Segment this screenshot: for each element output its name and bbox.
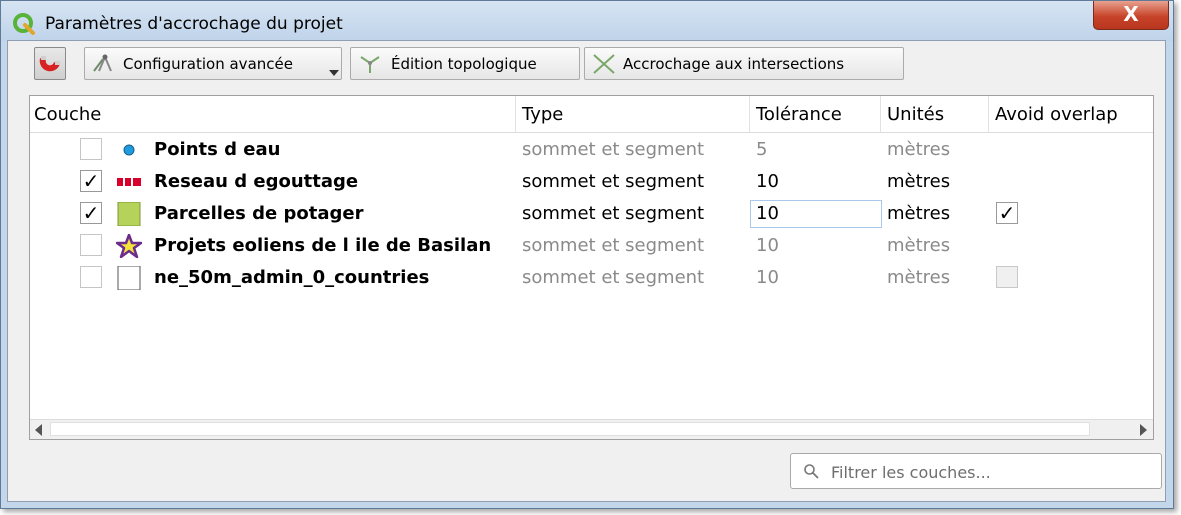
layers-table: Couche Type Tolérance Unités Avoid overl… [29, 95, 1154, 440]
topological-editing-label: Édition topologique [391, 54, 537, 73]
table-row[interactable]: Projets eoliens de l ile de Basilan somm… [30, 230, 1153, 262]
scroll-left-arrow-icon[interactable] [35, 424, 42, 436]
horizontal-scrollbar[interactable] [30, 419, 1153, 439]
units-cell[interactable]: mètres [887, 166, 950, 198]
column-header-tolerance[interactable]: Tolérance [750, 96, 881, 132]
units-cell[interactable]: mètres [887, 134, 950, 166]
tolerance-cell[interactable]: 5 [756, 134, 767, 166]
units-cell[interactable]: mètres [887, 262, 950, 294]
layer-checkbox[interactable] [80, 138, 102, 160]
layer-filter-box[interactable] [790, 453, 1162, 490]
layer-name: Projets eoliens de l ile de Basilan [154, 235, 492, 256]
table-header: Couche Type Tolérance Unités Avoid overl… [30, 96, 1153, 133]
window-title: Paramètres d'accrochage du projet [45, 14, 343, 34]
scrollbar-thumb[interactable] [50, 422, 1090, 436]
title-bar[interactable]: Paramètres d'accrochage du projet X [1, 1, 1173, 41]
chevron-down-icon [329, 70, 339, 76]
layer-name: Reseau d egouttage [154, 171, 359, 192]
layer-name: Parcelles de potager [154, 203, 364, 224]
table-row[interactable]: ✓ Reseau d egouttage sommet et segment 1… [30, 166, 1153, 198]
polygon-symbol-icon [117, 202, 141, 226]
intersection-icon [593, 53, 615, 74]
qgis-logo-icon [13, 13, 35, 35]
snapping-toggle-button[interactable] [34, 47, 66, 80]
layer-filter-input[interactable] [829, 454, 1153, 490]
table-row[interactable]: ✓ Parcelles de potager sommet et segment… [30, 198, 1153, 230]
table-row[interactable]: Points d eau sommet et segment 5 mètres [30, 134, 1153, 166]
intersection-snapping-button[interactable]: Accrochage aux intersections [584, 47, 904, 80]
layer-name: Points d eau [154, 139, 281, 160]
layer-name: ne_50m_admin_0_countries [154, 267, 430, 288]
tolerance-cell[interactable]: 10 [756, 262, 779, 294]
advanced-config-dropdown[interactable]: Configuration avancée [84, 47, 342, 80]
topology-icon [360, 55, 380, 73]
avoid-overlap-checkbox[interactable]: ✓ [996, 202, 1018, 224]
layer-checkbox[interactable] [80, 234, 102, 256]
advanced-config-label: Configuration avancée [123, 54, 293, 73]
column-header-units[interactable]: Unités [881, 96, 989, 132]
layer-checkbox[interactable]: ✓ [80, 170, 102, 192]
snap-type-cell[interactable]: sommet et segment [522, 166, 704, 198]
search-icon [804, 464, 819, 479]
intersection-snapping-label: Accrochage aux intersections [623, 54, 845, 73]
snap-type-cell[interactable]: sommet et segment [522, 230, 704, 262]
layer-checkbox[interactable]: ✓ [80, 202, 102, 224]
snap-type-cell[interactable]: sommet et segment [522, 198, 704, 230]
polygon-outline-symbol-icon [117, 266, 141, 290]
column-header-layer[interactable]: Couche [30, 96, 516, 132]
star-symbol-icon [116, 234, 142, 258]
units-cell[interactable]: mètres [887, 198, 950, 230]
line-symbol-icon [117, 178, 141, 186]
snap-type-cell[interactable]: sommet et segment [522, 134, 704, 166]
advanced-config-icon [93, 53, 112, 72]
snap-type-cell[interactable]: sommet et segment [522, 262, 704, 294]
column-header-avoid-overlap[interactable]: Avoid overlap [989, 96, 1153, 132]
scroll-right-arrow-icon[interactable] [1140, 424, 1147, 436]
tolerance-cell[interactable]: 10 [756, 198, 779, 230]
topological-editing-button[interactable]: Édition topologique [350, 47, 580, 80]
layer-checkbox[interactable] [80, 266, 102, 288]
point-symbol-icon [123, 144, 135, 156]
close-button[interactable]: X [1093, 1, 1169, 30]
tolerance-cell[interactable]: 10 [756, 230, 779, 262]
units-cell[interactable]: mètres [887, 230, 950, 262]
column-header-type[interactable]: Type [516, 96, 750, 132]
avoid-overlap-checkbox[interactable] [996, 266, 1018, 288]
magnet-icon [39, 55, 60, 71]
table-row[interactable]: ne_50m_admin_0_countries sommet et segme… [30, 262, 1153, 294]
tolerance-cell[interactable]: 10 [756, 166, 779, 198]
